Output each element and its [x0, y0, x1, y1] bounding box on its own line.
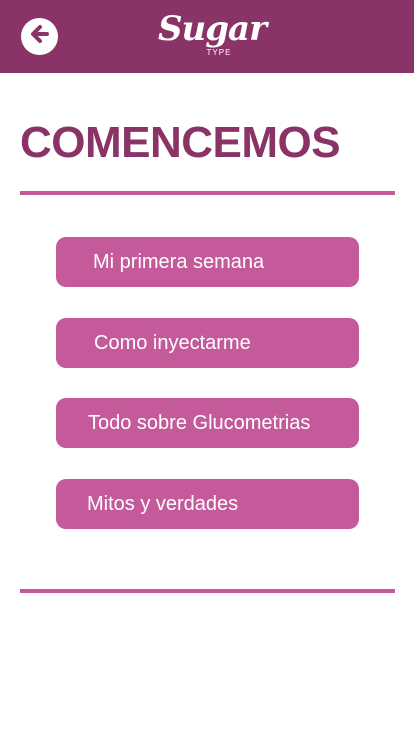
- logo-subtitle: TYPE: [206, 48, 232, 57]
- logo-wordmark: Sugar: [158, 9, 267, 49]
- menu-button-glucometrias[interactable]: Todo sobre Glucometrias: [56, 398, 359, 448]
- page-title: COMENCEMOS: [20, 118, 341, 167]
- menu-button-primera-semana[interactable]: Mi primera semana: [56, 237, 359, 287]
- menu-button-mitos-verdades[interactable]: Mitos y verdades: [56, 479, 359, 529]
- arrow-left-icon: [27, 21, 53, 52]
- app-header: Sugar TYPE: [0, 0, 414, 73]
- sugar-type-logo: Sugar TYPE: [158, 9, 267, 66]
- back-button[interactable]: [21, 18, 58, 55]
- menu-button-como-inyectarme[interactable]: Como inyectarme: [56, 318, 359, 368]
- bottom-divider: [20, 589, 395, 593]
- top-divider: [20, 191, 395, 195]
